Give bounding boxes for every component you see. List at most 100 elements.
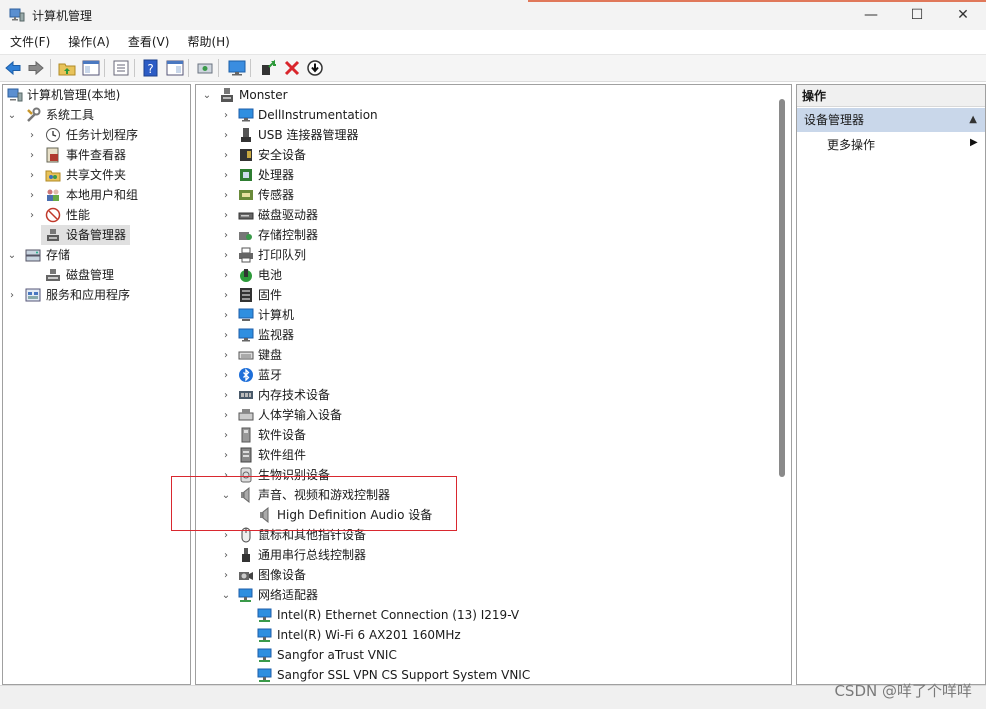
device-category-row[interactable]: › 监视器 — [196, 325, 776, 345]
tree-item-performance[interactable]: › 性能 — [3, 205, 190, 225]
chevron-right-icon[interactable]: › — [26, 205, 38, 225]
device-category-row[interactable]: › 软件组件 — [196, 445, 776, 465]
tree-item-label: 存储 — [46, 248, 71, 262]
collapse-up-icon[interactable]: ▲ — [969, 108, 977, 132]
chevron-right-icon[interactable]: › — [220, 385, 232, 405]
chevron-right-icon[interactable]: › — [220, 265, 232, 285]
device-row[interactable]: Intel(R) Ethernet Connection (13) I219-V — [196, 605, 776, 625]
chevron-down-icon[interactable]: ⌄ — [6, 105, 18, 125]
device-category-row[interactable]: › 软件设备 — [196, 425, 776, 445]
chevron-right-icon[interactable]: › — [220, 365, 232, 385]
chevron-down-icon[interactable]: ⌄ — [6, 245, 18, 265]
chevron-right-icon[interactable]: › — [220, 545, 232, 565]
device-category-row[interactable]: › USB 连接器管理器 — [196, 125, 776, 145]
minimize-button[interactable]: — — [848, 0, 894, 30]
device-row[interactable]: Sangfor SSL VPN CS Support System VNIC — [196, 665, 776, 684]
device-category-row[interactable]: › 内存技术设备 — [196, 385, 776, 405]
chevron-right-icon[interactable]: › — [220, 225, 232, 245]
device-row[interactable]: Sangfor aTrust VNIC — [196, 645, 776, 665]
device-category-row[interactable]: › 通用串行总线控制器 — [196, 545, 776, 565]
device-tree-pane: ⌄ Monster › DellInstrumentation › USB 连接器管理器 ›… — [195, 84, 792, 685]
actions-pane: 操作 设备管理器 ▲ 更多操作 ▶ — [796, 84, 986, 685]
scan-hardware-icon[interactable] — [196, 59, 214, 77]
device-tree-root[interactable]: ⌄ Monster — [196, 85, 776, 105]
chevron-right-icon[interactable]: › — [220, 185, 232, 205]
tree-item-task-scheduler[interactable]: › 任务计划程序 — [3, 125, 190, 145]
chevron-down-icon[interactable]: ⌄ — [201, 85, 213, 105]
tree-item-local-users-groups[interactable]: › 本地用户和组 — [3, 185, 190, 205]
chevron-right-icon[interactable]: › — [26, 165, 38, 185]
up-folder-icon[interactable] — [58, 59, 76, 77]
chevron-right-icon[interactable]: › — [220, 305, 232, 325]
forward-icon[interactable] — [27, 59, 45, 77]
chevron-right-icon[interactable]: › — [26, 185, 38, 205]
tree-item-event-viewer[interactable]: › 事件查看器 — [3, 145, 190, 165]
uninstall-icon[interactable] — [283, 59, 301, 77]
show-hide-tree-icon[interactable] — [82, 59, 100, 77]
chevron-right-icon[interactable]: › — [220, 405, 232, 425]
device-category-row[interactable]: › 人体学输入设备 — [196, 405, 776, 425]
tree-item-shared-folders[interactable]: › 共享文件夹 — [3, 165, 190, 185]
device-category-row[interactable]: › 计算机 — [196, 305, 776, 325]
menu-view[interactable]: 查看(V) — [118, 30, 178, 54]
chevron-right-icon[interactable]: › — [220, 345, 232, 365]
display-icon[interactable] — [228, 59, 246, 77]
chevron-right-icon[interactable]: › — [6, 285, 18, 305]
device-label: 键盘 — [258, 348, 283, 362]
chevron-right-icon[interactable]: › — [220, 205, 232, 225]
device-category-row[interactable]: › 蓝牙 — [196, 365, 776, 385]
device-category-row[interactable]: › 磁盘驱动器 — [196, 205, 776, 225]
chevron-right-icon[interactable]: › — [220, 325, 232, 345]
chevron-right-icon[interactable]: › — [220, 125, 232, 145]
device-category-row[interactable]: › 安全设备 — [196, 145, 776, 165]
device-category-row[interactable]: › 传感器 — [196, 185, 776, 205]
device-row[interactable]: Intel(R) Wi-Fi 6 AX201 160MHz — [196, 625, 776, 645]
device-category-row[interactable]: › 打印队列 — [196, 245, 776, 265]
chevron-right-icon[interactable]: › — [26, 125, 38, 145]
enable-device-icon[interactable] — [306, 59, 324, 77]
chevron-right-icon[interactable]: › — [220, 105, 232, 125]
actions-section-device-manager[interactable]: 设备管理器 ▲ — [797, 108, 985, 132]
chevron-right-icon[interactable]: › — [220, 145, 232, 165]
chevron-right-icon[interactable]: › — [220, 445, 232, 465]
more-actions-item[interactable]: 更多操作 — [827, 135, 875, 155]
chevron-right-icon[interactable]: › — [220, 565, 232, 585]
chevron-right-icon[interactable]: › — [220, 285, 232, 305]
tree-item-system-tools[interactable]: ⌄ 系统工具 — [3, 105, 190, 125]
device-label: 固件 — [258, 288, 283, 302]
update-driver-icon[interactable] — [259, 59, 277, 77]
chevron-right-icon[interactable]: › — [26, 145, 38, 165]
tree-item-computer-management[interactable]: 计算机管理(本地) — [3, 85, 190, 105]
back-icon[interactable] — [4, 59, 22, 77]
device-label: 软件设备 — [258, 428, 307, 442]
device-label: 网络适配器 — [258, 588, 319, 602]
memory-icon — [239, 391, 253, 399]
help-icon[interactable]: ? — [142, 59, 160, 77]
maximize-button[interactable]: ☐ — [894, 0, 940, 30]
show-action-pane-icon[interactable] — [166, 59, 184, 77]
device-category-row[interactable]: › 固件 — [196, 285, 776, 305]
chevron-down-icon[interactable]: ⌄ — [220, 585, 232, 605]
chevron-right-icon[interactable]: › — [220, 165, 232, 185]
submenu-arrow-icon[interactable]: ▶ — [970, 137, 978, 148]
tree-item-services-applications[interactable]: › 服务和应用程序 — [3, 285, 190, 305]
device-category-row[interactable]: › 存储控制器 — [196, 225, 776, 245]
tree-item-device-manager[interactable]: 设备管理器 — [3, 225, 190, 245]
tree-item-disk-management[interactable]: 磁盘管理 — [3, 265, 190, 285]
close-button[interactable]: ✕ — [940, 0, 986, 30]
tree-item-label: 设备管理器 — [66, 228, 127, 242]
vertical-scrollbar-thumb[interactable] — [779, 99, 785, 477]
device-category-row[interactable]: ⌄ 网络适配器 — [196, 585, 776, 605]
chevron-right-icon[interactable]: › — [220, 245, 232, 265]
menu-file[interactable]: 文件(F) — [0, 30, 58, 54]
device-category-row[interactable]: › 键盘 — [196, 345, 776, 365]
device-category-row[interactable]: › DellInstrumentation — [196, 105, 776, 125]
device-category-row[interactable]: › 电池 — [196, 265, 776, 285]
menu-action[interactable]: 操作(A) — [58, 30, 118, 54]
device-category-row[interactable]: › 处理器 — [196, 165, 776, 185]
tree-item-storage[interactable]: ⌄ 存储 — [3, 245, 190, 265]
chevron-right-icon[interactable]: › — [220, 425, 232, 445]
menu-help[interactable]: 帮助(H) — [177, 30, 237, 54]
device-category-row[interactable]: › 图像设备 — [196, 565, 776, 585]
properties-icon[interactable] — [112, 59, 130, 77]
